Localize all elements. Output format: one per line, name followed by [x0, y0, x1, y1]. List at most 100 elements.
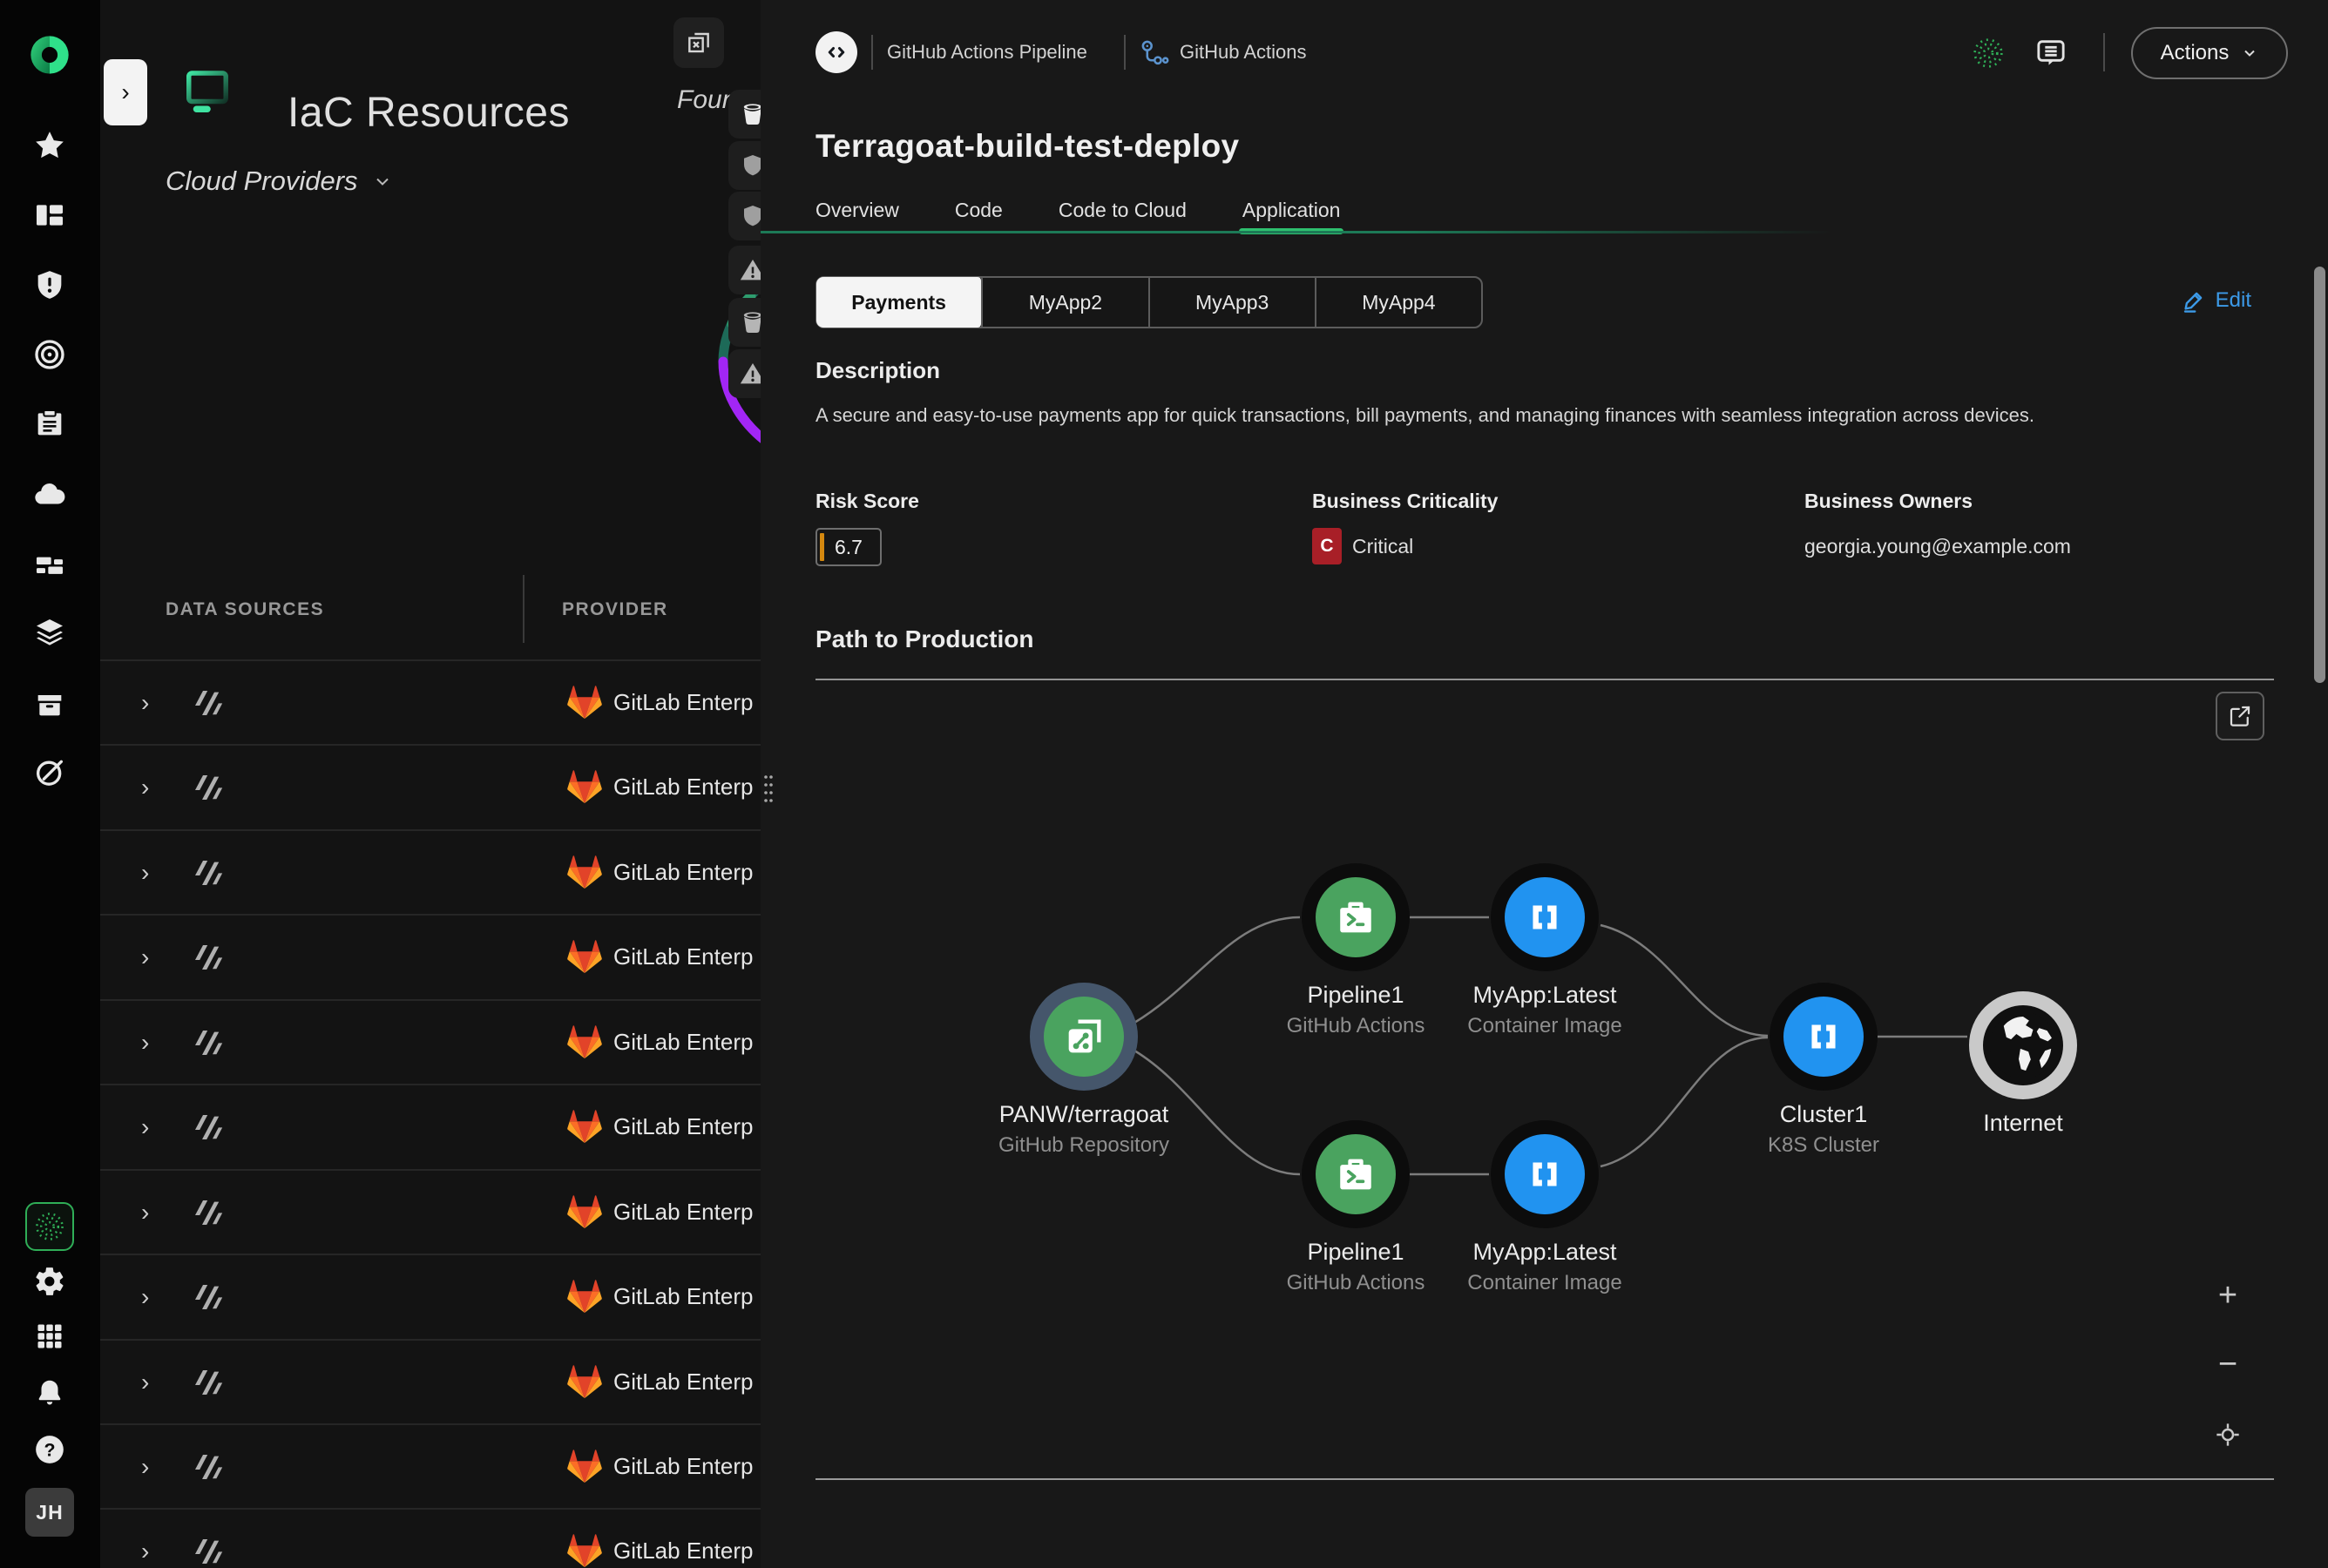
iac-source-icon: [187, 1531, 229, 1568]
iac-source-icon: [187, 1022, 229, 1068]
recenter-button[interactable]: [2208, 1415, 2248, 1455]
crosshair-icon: [2214, 1421, 2242, 1449]
row-expand-chevron[interactable]: ›: [141, 831, 149, 914]
chevron-right-icon: ›: [121, 78, 129, 106]
diagram-edges: [761, 0, 2328, 1568]
pipeline-icon: [1333, 895, 1378, 940]
provider-name: GitLab Enterp: [613, 661, 753, 744]
node-subtitle: Container Image: [1467, 1014, 1621, 1038]
apps-grid-icon[interactable]: [34, 1321, 65, 1352]
bucket-icon: [738, 99, 761, 129]
gitlab-logo-icon: [565, 853, 605, 896]
gitlab-logo-icon: [565, 767, 605, 810]
iac-source-icon: [187, 936, 229, 983]
panel-expand-handle[interactable]: ›: [104, 59, 147, 125]
graph-node-warning[interactable]: [728, 349, 761, 398]
diagram-node-container-image[interactable]: MyApp:Latest Container Image: [1388, 863, 1702, 1038]
row-expand-chevron[interactable]: ›: [141, 1255, 149, 1338]
table-row[interactable]: › GitLab Enterp: [100, 1508, 761, 1568]
row-expand-chevron[interactable]: ›: [141, 746, 149, 828]
table-row[interactable]: ›GitLab Enterp: [100, 1339, 761, 1423]
clear-graph-button[interactable]: [673, 17, 724, 68]
diagram-node-container-image[interactable]: MyApp:Latest Container Image: [1388, 1120, 1702, 1295]
gitlab-logo-icon: [565, 1107, 605, 1150]
gitlab-logo-icon: [565, 1277, 605, 1320]
ai-assistant-button[interactable]: [25, 1202, 74, 1251]
diagram-node-repository[interactable]: PANW/terragoat GitHub Repository: [927, 983, 1241, 1158]
settings-gear-icon[interactable]: [33, 1265, 66, 1298]
container-image-icon: [1802, 1015, 1845, 1058]
shield-icon: [739, 152, 761, 179]
row-expand-chevron[interactable]: ›: [141, 1510, 149, 1568]
provider-name: GitLab Enterp: [613, 1425, 753, 1508]
graph-node-warning[interactable]: [728, 246, 761, 294]
help-icon[interactable]: ?: [33, 1433, 66, 1466]
provider-name: GitLab Enterp: [613, 1171, 753, 1254]
provider-name: GitLab Enterp: [613, 1255, 753, 1338]
table-row[interactable]: ›GitLab Enterp: [100, 1084, 761, 1168]
graph-node-bucket[interactable]: [728, 298, 761, 347]
zoom-out-button[interactable]: −: [2208, 1344, 2248, 1384]
table-row[interactable]: ›GitLab Enterp: [100, 999, 761, 1084]
star-icon[interactable]: [32, 128, 67, 163]
provider-name: GitLab Enterp: [613, 916, 753, 998]
row-expand-chevron[interactable]: ›: [141, 1425, 149, 1508]
group-label: Cloud Providers: [166, 166, 358, 197]
node-subtitle: Container Image: [1467, 1271, 1621, 1295]
iac-source-icon: [187, 767, 229, 813]
table-row[interactable]: › GitLab Enterp: [100, 829, 761, 914]
provider-name: GitLab Enterp: [613, 831, 753, 914]
row-expand-chevron[interactable]: ›: [141, 1085, 149, 1168]
row-expand-chevron[interactable]: ›: [141, 661, 149, 744]
cloud-providers-group[interactable]: Cloud Providers: [166, 166, 393, 197]
graph-node-shield[interactable]: [728, 192, 761, 240]
reports-icon[interactable]: [32, 406, 67, 441]
vertical-scrollbar[interactable]: [2314, 267, 2325, 683]
layers-icon[interactable]: [32, 615, 67, 650]
table-row[interactable]: › GitLab Enterp: [100, 659, 761, 744]
shield-icon: [739, 202, 761, 230]
target-icon[interactable]: [32, 337, 67, 372]
diagram-node-internet[interactable]: Internet: [1866, 991, 2180, 1137]
node-title: MyApp:Latest: [1472, 1239, 1616, 1266]
node-title: Cluster1: [1780, 1101, 1868, 1128]
row-expand-chevron[interactable]: ›: [141, 1341, 149, 1423]
node-subtitle: K8S Cluster: [1768, 1133, 1879, 1158]
shield-alert-icon[interactable]: [32, 267, 67, 302]
globe-icon: [1983, 1005, 2063, 1085]
brand-logo-icon[interactable]: [27, 32, 72, 78]
pipeline-diagram[interactable]: PANW/terragoat GitHub Repository Pipelin…: [761, 0, 2328, 1568]
gitlab-logo-icon: [565, 1023, 605, 1065]
gitlab-logo-icon: [565, 1447, 605, 1490]
row-expand-chevron[interactable]: ›: [141, 1171, 149, 1254]
assets-icon[interactable]: [32, 547, 67, 582]
graph-node-bucket[interactable]: [728, 90, 761, 139]
application-detail-panel: GitHub Actions Pipeline GitHub Actions A…: [761, 0, 2328, 1568]
zoom-in-button[interactable]: +: [2208, 1275, 2248, 1315]
table-row[interactable]: › GitLab Enterp: [100, 914, 761, 998]
graph-node-shield[interactable]: [728, 141, 761, 190]
archive-icon[interactable]: [32, 686, 67, 721]
provider-name: GitLab Enterp: [613, 1510, 753, 1568]
dashboard-icon[interactable]: [32, 198, 67, 233]
gauge-icon[interactable]: [32, 754, 67, 789]
cloud-icon[interactable]: [31, 476, 68, 513]
row-expand-chevron[interactable]: ›: [141, 916, 149, 998]
column-header-provider[interactable]: PROVIDER: [562, 599, 668, 620]
notifications-bell-icon[interactable]: [33, 1376, 66, 1409]
app-screen: ? JH › IaC Resources Foun Cloud Provider…: [0, 0, 2328, 1568]
column-header-data-sources[interactable]: DATA SOURCES: [166, 599, 324, 620]
node-subtitle: GitHub Repository: [998, 1133, 1169, 1158]
row-expand-chevron[interactable]: ›: [141, 1001, 149, 1084]
close-square-icon: [685, 29, 713, 57]
left-rail: ? JH: [0, 0, 100, 1568]
table-row[interactable]: ›GitLab Enterp: [100, 744, 761, 828]
bucket-icon: [738, 308, 761, 337]
iac-panel-title: IaC Resources: [288, 89, 570, 137]
table-row[interactable]: › GitLab Enterp: [100, 1423, 761, 1508]
table-row[interactable]: › GitLab Enterp: [100, 1169, 761, 1254]
gitlab-logo-icon: [565, 683, 605, 726]
user-avatar[interactable]: JH: [25, 1488, 74, 1537]
table-row[interactable]: › GitLab Enterp: [100, 1254, 761, 1338]
node-title: MyApp:Latest: [1472, 982, 1616, 1009]
